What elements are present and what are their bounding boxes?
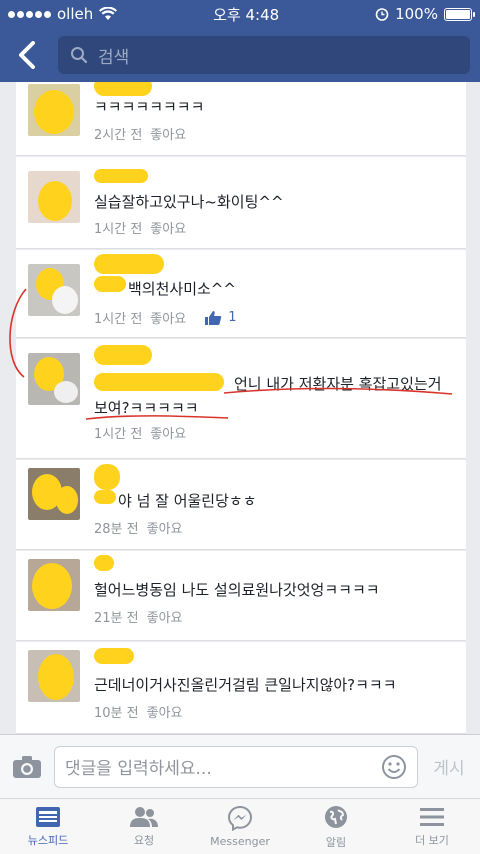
like-count: 1 xyxy=(228,310,237,325)
comment-text: 근데너이거사진올린거걸림 큰일나지않아?ㅋㅋㅋ xyxy=(94,676,397,694)
wifi-icon xyxy=(99,7,118,20)
comment-placeholder: 댓글을 입력하세요... xyxy=(65,759,212,779)
tab-news-feed[interactable]: 뉴스피드 xyxy=(0,799,96,854)
comment-text: ㅋㅋㅋㅋㅋㅋㅋㅋ xyxy=(94,98,205,116)
comment-text: 헐어느병동임 나도 설의료원나갓엇엉ㅋㅋㅋㅋ xyxy=(94,581,380,599)
like-link[interactable]: 좋아요 xyxy=(147,702,183,721)
like-link[interactable]: 좋아요 xyxy=(150,423,186,442)
like-link[interactable]: 좋아요 xyxy=(150,218,186,237)
tab-label: 뉴스피드 xyxy=(27,833,69,847)
tab-label: 알림 xyxy=(325,835,347,849)
redacted-name xyxy=(94,648,134,664)
comment-time: 28분 전 xyxy=(94,522,139,537)
redacted-name xyxy=(94,276,126,292)
redacted-name xyxy=(94,555,114,571)
messenger-icon xyxy=(227,805,253,831)
comment-text-line2: 보여?ㅋㅋㅋㅋㅋ xyxy=(94,399,199,417)
comment: 백의천사미소^^ 1시간 전 좋아요 1 xyxy=(16,250,466,338)
like-link[interactable]: 좋아요 xyxy=(150,124,186,143)
top-bar: olleh 오후 4:48 100% 검색 xyxy=(0,0,480,82)
camera-button[interactable] xyxy=(10,753,44,781)
comment-time: 1시간 전 xyxy=(94,312,143,327)
comment-time: 21분 전 xyxy=(94,611,139,626)
back-button[interactable] xyxy=(10,38,44,72)
comment-text: 언니 내가 저환자분 혹잡고있는거 xyxy=(234,375,442,393)
tab-label: 요청 xyxy=(133,833,155,847)
tab-bar: 뉴스피드 요청 Messenger 알림 더 보기 xyxy=(0,798,480,854)
alarm-icon xyxy=(375,8,389,21)
comment-time: 1시간 전 xyxy=(94,427,143,442)
redacted-name xyxy=(94,373,224,391)
comment: 헐어느병동임 나도 설의료원나갓엇엉ㅋㅋㅋㅋ 21분 전 좋아요 xyxy=(16,551,466,641)
avatar xyxy=(28,559,80,611)
comment-list: ㅋㅋㅋㅋㅋㅋㅋㅋ 2시간 전 좋아요 실습잘하고있구나~화이팅^^ 1시간 전 … xyxy=(0,82,480,734)
search-icon xyxy=(71,47,88,64)
avatar xyxy=(28,171,80,223)
comment-text: 백의천사미소^^ xyxy=(128,280,236,298)
tab-requests[interactable]: 요청 xyxy=(96,799,192,854)
battery-icon xyxy=(443,7,475,21)
nav-bar: 검색 xyxy=(0,28,480,82)
like-link[interactable]: 좋아요 xyxy=(147,518,183,537)
redacted-name xyxy=(94,82,152,96)
avatar xyxy=(28,353,80,405)
like-link[interactable]: 좋아요 xyxy=(147,607,183,626)
tab-messenger[interactable]: Messenger xyxy=(192,799,288,854)
tab-notifications[interactable]: 알림 xyxy=(288,799,384,854)
redacted-name xyxy=(94,464,120,490)
comment-input[interactable]: 댓글을 입력하세요... xyxy=(54,745,418,788)
status-bar: olleh 오후 4:48 100% xyxy=(0,0,480,28)
search-placeholder: 검색 xyxy=(98,47,130,68)
comment-text: 야 넘 잘 어울린당ㅎㅎ xyxy=(118,492,257,510)
comment: 근데너이거사진올린거걸림 큰일나지않아?ㅋㅋㅋ 10분 전 좋아요 xyxy=(16,642,466,734)
redacted-name xyxy=(94,254,164,274)
comment-time: 10분 전 xyxy=(94,706,139,721)
redacted-name xyxy=(94,169,148,183)
news-feed-icon xyxy=(36,806,60,827)
redacted-name xyxy=(94,345,152,365)
globe-icon xyxy=(325,805,347,828)
comment: ㅋㅋㅋㅋㅋㅋㅋㅋ 2시간 전 좋아요 xyxy=(16,82,466,156)
carrier-label: olleh xyxy=(57,5,94,23)
comment: 언니 내가 저환자분 혹잡고있는거 보여?ㅋㅋㅋㅋㅋ 1시간 전 좋아요 xyxy=(16,339,466,459)
friends-icon xyxy=(130,806,158,827)
tab-label: Messenger xyxy=(210,835,270,848)
comment: 실습잘하고있구나~화이팅^^ 1시간 전 좋아요 xyxy=(16,157,466,249)
avatar xyxy=(28,264,80,316)
search-input[interactable]: 검색 xyxy=(58,36,470,74)
comment-time: 1시간 전 xyxy=(94,222,143,237)
comment-text: 실습잘하고있구나~화이팅^^ xyxy=(94,193,284,211)
comment-time: 2시간 전 xyxy=(94,128,143,143)
comment-composer: 댓글을 입력하세요... 게시 xyxy=(0,734,480,798)
camera-icon xyxy=(13,755,41,778)
chevron-left-icon xyxy=(19,41,35,69)
redacted-name xyxy=(94,490,116,504)
post-button[interactable]: 게시 xyxy=(428,754,470,779)
signal-icon xyxy=(8,10,51,18)
clock: 오후 4:48 xyxy=(213,5,280,24)
comment: 야 넘 잘 어울린당ㅎㅎ 28분 전 좋아요 xyxy=(16,460,466,550)
tab-more[interactable]: 더 보기 xyxy=(384,799,480,854)
avatar xyxy=(28,468,80,520)
battery-label: 100% xyxy=(395,5,438,23)
avatar xyxy=(28,84,80,136)
emoji-icon[interactable] xyxy=(381,754,407,780)
thumbs-up-icon xyxy=(205,310,222,325)
tab-label: 더 보기 xyxy=(415,833,449,847)
like-link[interactable]: 좋아요 xyxy=(150,308,186,327)
menu-icon xyxy=(420,807,444,826)
avatar xyxy=(28,650,80,702)
